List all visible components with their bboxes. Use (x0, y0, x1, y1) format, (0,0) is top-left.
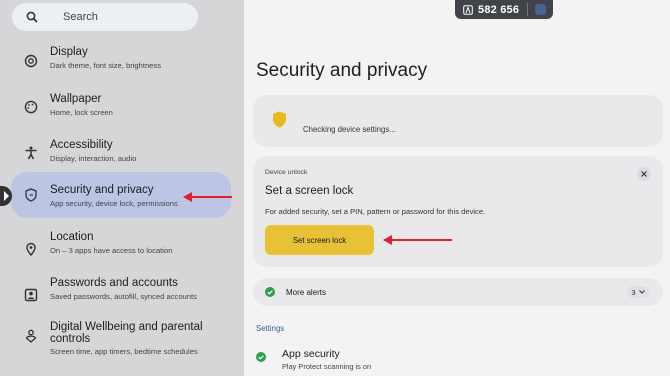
sidebar-item-digital-wellbeing[interactable]: Digital Wellbeing and parental controls … (11, 316, 231, 362)
card-label: Device unlock (265, 169, 308, 176)
sidebar-item-subtitle: Home, lock screen (50, 108, 113, 117)
left-edge-handle[interactable] (0, 186, 12, 206)
sidebar-item-title: Digital Wellbeing and parental (50, 321, 203, 333)
check-circle-icon (256, 352, 266, 362)
divider (527, 3, 529, 16)
location-icon (24, 242, 38, 257)
warning-shield-icon (273, 111, 286, 128)
card-description: For added security, set a PIN, pattern o… (265, 207, 486, 216)
sidebar-item-title: Wallpaper (50, 93, 102, 105)
alerts-count-badge[interactable]: 3 (627, 286, 649, 298)
sidebar-item-subtitle: App security, device lock, permissions (50, 199, 178, 208)
card-heading: Set a screen lock (265, 185, 354, 197)
app-security-item[interactable]: App security Play Protect scanning is on (276, 343, 576, 373)
sidebar-item-title: Security and privacy (50, 184, 154, 196)
sidebar-item-subtitle: On – 3 apps have access to location (50, 246, 173, 255)
sidebar-item-accessibility[interactable]: Accessibility Display, interaction, audi… (11, 130, 231, 176)
search-placeholder: Search (63, 11, 98, 23)
annotation-arrow-left (383, 235, 452, 245)
sidebar-item-title: Display (50, 46, 88, 58)
chevron-right-icon (4, 191, 9, 201)
display-icon (24, 54, 38, 68)
dismiss-button[interactable] (637, 167, 651, 181)
settings-section-header: Settings (256, 324, 285, 333)
sidebar-item-title: Accessibility (50, 139, 113, 151)
overlay-counter: 582 656 (478, 3, 520, 16)
sidebar-item-subtitle: Screen time, app timers, bedtime schedul… (50, 347, 198, 356)
status-card (253, 95, 663, 147)
status-text: Checking device settings... (303, 125, 396, 134)
close-icon (641, 171, 647, 177)
sidebar-item-subtitle: Display, interaction, audio (50, 154, 137, 163)
search-icon (25, 10, 39, 24)
shield-icon (24, 188, 38, 202)
app-icon (535, 4, 547, 15)
search-bar[interactable]: Search (12, 3, 198, 31)
sidebar-item-passwords[interactable]: Passwords and accounts Saved passwords, … (11, 272, 231, 318)
alerts-count: 3 (631, 287, 636, 297)
sidebar-item-subtitle: Saved passwords, autofill, synced accoun… (50, 292, 197, 301)
annotation-arrow-left (183, 192, 232, 202)
check-circle-icon (265, 287, 275, 297)
sidebar-item-subtitle: Dark theme, font size, brightness (50, 61, 162, 70)
sidebar-item-display[interactable]: Display Dark theme, font size, brightnes… (11, 38, 231, 84)
wellbeing-icon (24, 329, 38, 343)
sidebar-item-wallpaper[interactable]: Wallpaper Home, lock screen (11, 84, 231, 130)
overlay-counter-pill: 582 656 (455, 0, 553, 19)
chevron-down-icon (638, 290, 645, 294)
app-security-subtitle: Play Protect scanning is on (282, 362, 372, 371)
person-icon (463, 4, 473, 15)
accessibility-icon (24, 146, 38, 160)
sidebar-item-title-line2: controls (50, 333, 91, 345)
more-alerts-label: More alerts (286, 288, 327, 297)
set-screen-lock-button[interactable]: Set screen lock (265, 225, 374, 255)
sidebar-item-title: Location (50, 231, 94, 243)
settings-sidebar: Search Display Dark theme, font size, br… (0, 0, 244, 376)
palette-icon (24, 100, 38, 114)
account-icon (24, 288, 38, 302)
page-title: Security and privacy (256, 60, 428, 81)
sidebar-item-title: Passwords and accounts (50, 277, 178, 289)
sidebar-item-location[interactable]: Location On – 3 apps have access to loca… (11, 226, 231, 272)
app-security-title: App security (282, 348, 340, 360)
